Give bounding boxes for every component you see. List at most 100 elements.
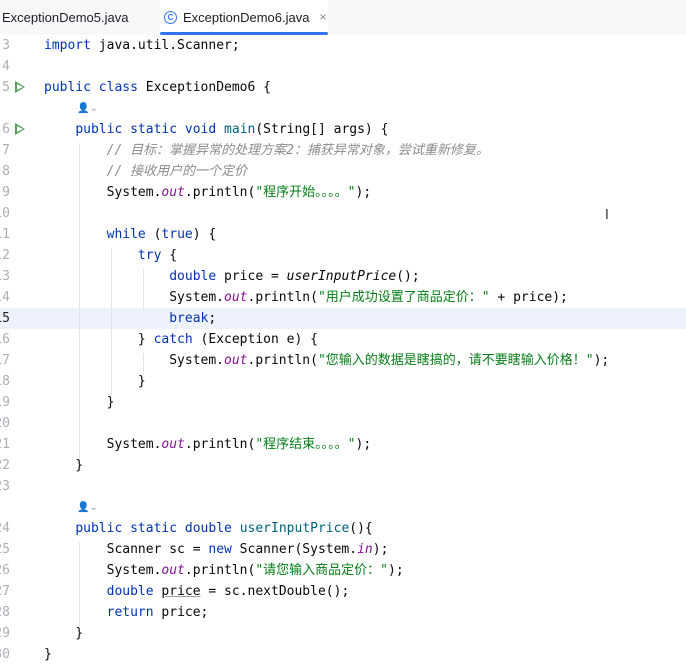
code-token: (){ [349, 521, 373, 536]
code-token: } [44, 395, 115, 410]
tab-exceptiondemo6[interactable]: C ExceptionDemo6.java × [160, 0, 328, 35]
code-token: static [130, 122, 178, 137]
code-line[interactable]: 24 public static double userInputPrice()… [0, 518, 686, 539]
code-line[interactable]: 9 System.out.println("程序开始。。。。"); [0, 182, 686, 203]
code-line[interactable]: 11 while (true) { [0, 224, 686, 245]
code-token: while [106, 227, 146, 242]
code-token: out [161, 185, 185, 200]
code-token: "您输入的数据是瞎搞的，请不要瞎输入价格！" [317, 353, 594, 368]
code-text: System.out.println("您输入的数据是瞎搞的，请不要瞎输入价格！… [44, 350, 609, 371]
line-number: 17 [0, 353, 10, 368]
line-number: 23 [0, 479, 10, 494]
code-text: return price; [44, 602, 209, 623]
code-line[interactable]: 26 System.out.println("请您输入商品定价："); [0, 560, 686, 581]
code-line[interactable]: 19 } [0, 392, 686, 413]
code-text: public class ExceptionDemo6 { [44, 77, 271, 98]
code-token: System. [44, 437, 162, 452]
code-token: void [184, 122, 217, 137]
mouse-text-cursor-icon: I [605, 208, 609, 223]
code-line[interactable]: 👤⌄ [0, 98, 686, 119]
line-number: 30 [0, 647, 10, 662]
code-editor[interactable]: 3 import java.util.Scanner; 4 5 public class… [0, 35, 686, 665]
code-token: .println( [184, 563, 256, 578]
code-line[interactable]: 27 double price = sc.nextDouble(); [0, 581, 686, 602]
code-line[interactable]: 3 import java.util.Scanner; [0, 35, 686, 56]
line-number: 11 [0, 227, 10, 242]
code-token: static [130, 521, 178, 536]
code-line[interactable]: 12 try { [0, 245, 686, 266]
code-token: = sc.nextDouble(); [200, 584, 350, 599]
code-token: System. [44, 185, 162, 200]
code-token: "用户成功设置了商品定价：" [317, 290, 490, 305]
code-line[interactable]: 22 } [0, 455, 686, 476]
code-text: System.out.println("请您输入商品定价："); [44, 560, 404, 581]
code-text: System.out.println("程序结束。。。。"); [44, 434, 372, 455]
code-line[interactable]: 👤⌄ [0, 497, 686, 518]
code-line[interactable]: 14 System.out.println("用户成功设置了商品定价：" + p… [0, 287, 686, 308]
code-token: Scanner sc = [44, 542, 209, 557]
code-line[interactable]: 10 [0, 203, 686, 224]
code-token: } [44, 332, 154, 347]
code-token: } [44, 626, 84, 641]
code-text: // 目标：掌握异常的处理方案2：捕获异常对象，尝试重新修复。 [44, 140, 489, 161]
line-number: 20 [0, 416, 10, 431]
code-token: double [169, 269, 217, 284]
code-token: // 接收用户的一个定价 [106, 164, 248, 179]
code-text: System.out.println("程序开始。。。。"); [44, 182, 372, 203]
code-text: } catch (Exception e) { [44, 329, 318, 350]
code-token: .println( [247, 353, 318, 368]
code-token: // 目标：掌握异常的处理方案2：捕获异常对象，尝试重新修复。 [106, 143, 489, 158]
code-token: "请您输入商品定价：" [255, 563, 388, 578]
code-token: } [44, 647, 52, 662]
code-token: new [208, 542, 232, 557]
code-token: price; [153, 605, 209, 620]
code-line[interactable]: 4 [0, 56, 686, 77]
code-line[interactable]: 21 System.out.println("程序结束。。。。"); [0, 434, 686, 455]
code-text: double price = userInputPrice(); [44, 266, 419, 287]
code-line[interactable]: 7 // 目标：掌握异常的处理方案2：捕获异常对象，尝试重新修复。 [0, 140, 686, 161]
code-line[interactable]: 30} [0, 644, 686, 665]
code-token: System. [44, 290, 225, 305]
run-gutter-icon[interactable] [15, 123, 25, 135]
code-line[interactable]: 6 public static void main(String[] args)… [0, 119, 686, 140]
code-token: ); [388, 563, 404, 578]
code-line[interactable]: 28 return price; [0, 602, 686, 623]
code-text: } [44, 392, 115, 413]
author-hint-icon[interactable]: 👤⌄ [77, 497, 98, 518]
editor-tab-bar: ExceptionDemo5.java C ExceptionDemo6.jav… [0, 0, 686, 36]
code-line[interactable]: 13 double price = userInputPrice(); [0, 266, 686, 287]
close-tab-icon[interactable]: × [319, 10, 326, 24]
code-token: import [44, 38, 91, 53]
code-line[interactable]: 17 System.out.println("您输入的数据是瞎搞的，请不要瞎输入… [0, 350, 686, 371]
code-line[interactable]: 16 } catch (Exception e) { [0, 329, 686, 350]
line-number: 14 [0, 290, 10, 305]
code-token: Scanner(System. [231, 542, 358, 557]
code-text: try { [44, 245, 177, 266]
code-line[interactable]: 15 break; [0, 308, 686, 329]
code-line[interactable]: 5 public class ExceptionDemo6 { [0, 77, 686, 98]
tab-label: ExceptionDemo6.java [183, 9, 310, 25]
run-gutter-icon[interactable] [15, 81, 25, 93]
author-hint-icon[interactable]: 👤⌄ [77, 98, 98, 119]
code-line[interactable]: 23 [0, 476, 686, 497]
code-token: .println( [184, 185, 256, 200]
line-number: 28 [0, 605, 10, 620]
code-token: price [161, 584, 201, 599]
code-text: } [44, 644, 52, 665]
code-line[interactable]: 29 } [0, 623, 686, 644]
code-text: Scanner sc = new Scanner(System.in); [44, 539, 389, 560]
line-number: 19 [0, 395, 10, 410]
code-token: ); [355, 437, 372, 452]
code-line[interactable]: 20 [0, 413, 686, 434]
tab-exceptiondemo5[interactable]: ExceptionDemo5.java [0, 0, 140, 34]
code-line[interactable]: 18 } [0, 371, 686, 392]
code-line[interactable]: 25 Scanner sc = new Scanner(System.in); [0, 539, 686, 560]
code-line[interactable]: 8 // 接收用户的一个定价 [0, 161, 686, 182]
line-number: 21 [0, 437, 10, 452]
